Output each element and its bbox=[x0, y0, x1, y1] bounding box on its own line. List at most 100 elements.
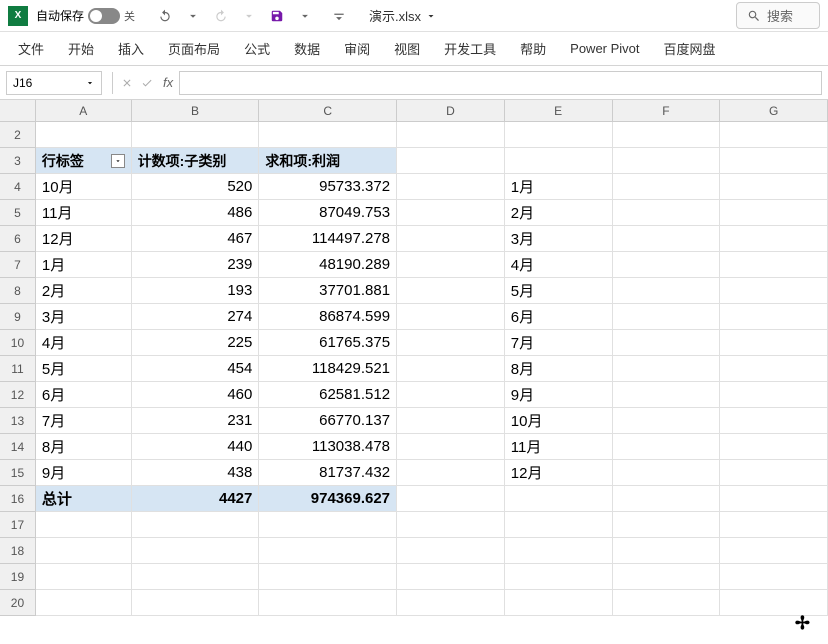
cell[interactable] bbox=[397, 330, 505, 356]
cell[interactable] bbox=[720, 122, 828, 148]
cell[interactable] bbox=[720, 174, 828, 200]
cell[interactable] bbox=[613, 408, 721, 434]
cell[interactable]: 7月 bbox=[36, 408, 132, 434]
cell[interactable]: 9月 bbox=[505, 382, 613, 408]
cell[interactable] bbox=[720, 356, 828, 382]
cell[interactable] bbox=[720, 434, 828, 460]
tab-insert[interactable]: 插入 bbox=[116, 33, 146, 64]
cell[interactable]: 460 bbox=[132, 382, 260, 408]
cell[interactable] bbox=[505, 590, 613, 616]
cell[interactable] bbox=[613, 382, 721, 408]
row-header[interactable]: 19 bbox=[0, 564, 36, 590]
cell[interactable] bbox=[259, 564, 397, 590]
row-header[interactable]: 4 bbox=[0, 174, 36, 200]
col-header-e[interactable]: E bbox=[505, 100, 613, 122]
cell[interactable] bbox=[613, 434, 721, 460]
cell[interactable] bbox=[720, 538, 828, 564]
cell[interactable] bbox=[397, 278, 505, 304]
cell[interactable] bbox=[397, 226, 505, 252]
cell[interactable]: 11月 bbox=[505, 434, 613, 460]
pivot-header-sum[interactable]: 求和项:利润 bbox=[259, 148, 397, 174]
cell[interactable] bbox=[132, 564, 260, 590]
cell[interactable] bbox=[613, 512, 721, 538]
undo-button[interactable] bbox=[153, 4, 177, 28]
cell[interactable]: 5月 bbox=[36, 356, 132, 382]
cell[interactable] bbox=[613, 460, 721, 486]
cell[interactable] bbox=[613, 252, 721, 278]
row-header[interactable]: 2 bbox=[0, 122, 36, 148]
cell[interactable]: 4月 bbox=[36, 330, 132, 356]
cell[interactable]: 231 bbox=[132, 408, 260, 434]
cell[interactable]: 37701.881 bbox=[259, 278, 397, 304]
cell[interactable]: 86874.599 bbox=[259, 304, 397, 330]
cell[interactable] bbox=[259, 122, 397, 148]
autosave-toggle[interactable] bbox=[88, 8, 120, 24]
cell[interactable]: 114497.278 bbox=[259, 226, 397, 252]
col-header-b[interactable]: B bbox=[132, 100, 260, 122]
cell[interactable] bbox=[397, 304, 505, 330]
cell[interactable]: 61765.375 bbox=[259, 330, 397, 356]
row-header[interactable]: 5 bbox=[0, 200, 36, 226]
cell[interactable] bbox=[397, 174, 505, 200]
tab-home[interactable]: 开始 bbox=[66, 33, 96, 64]
cell[interactable] bbox=[505, 148, 613, 174]
cell[interactable]: 2月 bbox=[505, 200, 613, 226]
row-header[interactable]: 8 bbox=[0, 278, 36, 304]
cell[interactable]: 6月 bbox=[36, 382, 132, 408]
cell[interactable]: 95733.372 bbox=[259, 174, 397, 200]
customize-qat-button[interactable] bbox=[327, 4, 351, 28]
row-header[interactable]: 20 bbox=[0, 590, 36, 616]
cell[interactable] bbox=[36, 122, 132, 148]
cell[interactable] bbox=[36, 564, 132, 590]
filter-dropdown-button[interactable] bbox=[111, 154, 125, 168]
cell[interactable] bbox=[132, 538, 260, 564]
row-header[interactable]: 14 bbox=[0, 434, 36, 460]
tab-data[interactable]: 数据 bbox=[292, 33, 322, 64]
col-header-g[interactable]: G bbox=[720, 100, 828, 122]
cell[interactable] bbox=[397, 252, 505, 278]
cell[interactable] bbox=[397, 460, 505, 486]
cell[interactable] bbox=[397, 434, 505, 460]
cell[interactable] bbox=[505, 486, 613, 512]
fx-label[interactable]: fx bbox=[163, 75, 173, 90]
col-header-d[interactable]: D bbox=[397, 100, 505, 122]
cell[interactable] bbox=[613, 590, 721, 616]
search-input[interactable]: 搜索 bbox=[736, 2, 820, 29]
cell[interactable]: 6月 bbox=[505, 304, 613, 330]
cell[interactable] bbox=[397, 408, 505, 434]
cell[interactable] bbox=[132, 512, 260, 538]
row-header[interactable]: 18 bbox=[0, 538, 36, 564]
name-box[interactable]: J16 bbox=[6, 71, 102, 95]
cell[interactable] bbox=[720, 512, 828, 538]
chevron-down-icon[interactable] bbox=[181, 4, 205, 28]
cell[interactable] bbox=[397, 200, 505, 226]
cell[interactable]: 87049.753 bbox=[259, 200, 397, 226]
cell[interactable]: 81737.432 bbox=[259, 460, 397, 486]
cell[interactable] bbox=[132, 122, 260, 148]
cell[interactable]: 113038.478 bbox=[259, 434, 397, 460]
accept-formula-button[interactable] bbox=[137, 73, 157, 93]
cell[interactable]: 1月 bbox=[505, 174, 613, 200]
cell[interactable]: 440 bbox=[132, 434, 260, 460]
cell[interactable] bbox=[613, 304, 721, 330]
cell[interactable] bbox=[505, 122, 613, 148]
col-header-c[interactable]: C bbox=[259, 100, 397, 122]
row-header[interactable]: 15 bbox=[0, 460, 36, 486]
cell[interactable] bbox=[720, 382, 828, 408]
cell[interactable] bbox=[397, 486, 505, 512]
cell[interactable] bbox=[613, 278, 721, 304]
cell[interactable] bbox=[613, 564, 721, 590]
tab-view[interactable]: 视图 bbox=[392, 33, 422, 64]
cell[interactable]: 467 bbox=[132, 226, 260, 252]
redo-button[interactable] bbox=[209, 4, 233, 28]
cell[interactable] bbox=[720, 486, 828, 512]
cell[interactable]: 5月 bbox=[505, 278, 613, 304]
cell[interactable] bbox=[36, 538, 132, 564]
formula-input[interactable] bbox=[179, 71, 822, 95]
cell[interactable] bbox=[259, 512, 397, 538]
cell[interactable] bbox=[613, 148, 721, 174]
cell[interactable]: 4月 bbox=[505, 252, 613, 278]
chevron-down-icon[interactable] bbox=[293, 4, 317, 28]
pivot-total-label[interactable]: 总计 bbox=[36, 486, 132, 512]
tab-file[interactable]: 文件 bbox=[16, 33, 46, 64]
